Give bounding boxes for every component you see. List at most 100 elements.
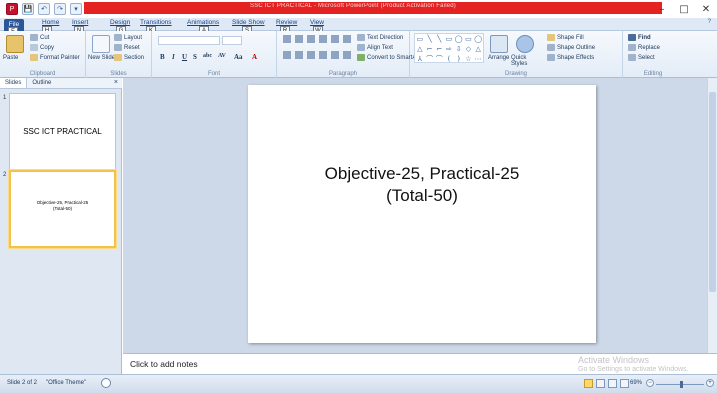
tab-review[interactable]: ReviewR (276, 19, 297, 35)
binoculars-icon (628, 34, 636, 41)
arrange-button[interactable]: Arrange (488, 55, 509, 61)
minimize-button[interactable]: – (651, 0, 673, 18)
zoom-slider-knob[interactable] (680, 381, 683, 388)
tab-slides[interactable]: Slides (0, 78, 28, 88)
shape-gallery-item[interactable]: ) (454, 54, 464, 64)
shape-gallery-item[interactable]: △ (473, 44, 483, 54)
shapes-gallery[interactable]: ▭ ╲ ╲ ▭ ◯ ▭ ◯ △ ⌐ ⌐ ⇨ ⇩ ◇ △ ⅄ ⌒ ⌒() ☆ ⋯ (414, 33, 484, 63)
quick-styles-button[interactable]: Quick Styles (511, 55, 537, 67)
paste-icon[interactable] (6, 35, 24, 53)
shape-gallery-item[interactable]: ◇ (464, 44, 474, 54)
select-button[interactable]: Select (628, 54, 655, 61)
tab-outline[interactable]: Outline (27, 78, 56, 88)
powerpoint-app-icon[interactable]: P (6, 3, 18, 15)
shape-gallery-item[interactable]: ╲ (425, 34, 435, 44)
shape-gallery-item[interactable]: ▭ (464, 34, 474, 44)
reset-icon (114, 44, 122, 51)
save-icon[interactable]: 💾 (22, 3, 34, 15)
shape-gallery-item[interactable]: ⋯ (473, 54, 483, 64)
vertical-scrollbar[interactable] (707, 78, 717, 353)
notes-placeholder[interactable]: Click to add notes (130, 359, 198, 369)
shape-gallery-item[interactable]: ◯ (473, 34, 483, 44)
shape-gallery-item[interactable]: ▭ (415, 34, 425, 44)
arrange-icon[interactable] (490, 35, 508, 53)
slide-thumbnail-1[interactable]: SSC ICT PRACTICAL (9, 93, 116, 171)
format-painter-button[interactable]: Format Painter (30, 54, 80, 61)
undo-icon[interactable]: ↶ (38, 3, 50, 15)
tab-slide-show[interactable]: Slide ShowS (232, 19, 265, 35)
underline-button[interactable]: U (182, 53, 187, 61)
shape-gallery-item[interactable]: ◯ (454, 34, 464, 44)
zoom-slider[interactable] (656, 381, 704, 388)
slide-thumbnail-2[interactable]: Objective-25, Practical-25 (Total-50) (9, 170, 116, 248)
font-name-select[interactable] (158, 36, 220, 45)
copy-button[interactable]: Copy (30, 44, 54, 51)
replace-button[interactable]: Replace (628, 44, 660, 51)
group-label-paragraph: Paragraph (328, 71, 358, 77)
shape-gallery-item[interactable]: ⌒ (434, 54, 444, 64)
shape-gallery-item[interactable]: ☆ (464, 54, 474, 64)
text-shadow-button[interactable]: abc (203, 53, 212, 59)
font-color-button[interactable]: A (252, 53, 257, 61)
maximize-button[interactable]: □ (673, 0, 695, 18)
shape-outline-button[interactable]: Shape Outline (547, 44, 595, 51)
scrollbar-thumb[interactable] (709, 92, 716, 292)
redo-icon[interactable]: ↷ (54, 3, 66, 15)
tab-design[interactable]: DesignG (110, 19, 130, 35)
shape-gallery-item[interactable]: ⌐ (425, 44, 435, 54)
zoom-in-button[interactable]: + (706, 379, 714, 387)
tab-file[interactable]: FileF (4, 19, 24, 36)
align-text-button[interactable]: Align Text (357, 44, 393, 51)
shape-gallery-item[interactable]: ⇩ (454, 44, 464, 54)
shape-gallery-item[interactable]: ⌐ (434, 44, 444, 54)
tab-transitions[interactable]: TransitionsK (140, 19, 172, 35)
slide-show-view-icon[interactable] (620, 379, 629, 388)
tab-insert[interactable]: InsertN (72, 19, 88, 35)
help-icon[interactable]: ? (708, 19, 711, 25)
close-button[interactable]: ✕ (695, 0, 717, 18)
section-button[interactable]: Section (114, 54, 144, 61)
bold-button[interactable]: B (160, 53, 165, 61)
list-buttons[interactable] (283, 35, 353, 43)
shape-gallery-item[interactable]: ⇨ (444, 44, 454, 54)
tab-view[interactable]: ViewW (310, 19, 324, 35)
shape-gallery-item[interactable]: ╲ (434, 34, 444, 44)
new-slide-button[interactable]: New Slide (88, 55, 115, 61)
shape-gallery-item[interactable]: ⅄ (415, 54, 425, 64)
shape-gallery-item[interactable]: ⌒ (425, 54, 435, 64)
alignment-buttons[interactable] (283, 51, 353, 59)
tab-animations[interactable]: AnimationsA (187, 19, 219, 35)
notes-pane[interactable]: Click to add notes Activate Windows Go t… (123, 353, 717, 374)
zoom-level[interactable]: 69% (630, 380, 642, 386)
zoom-out-button[interactable]: − (646, 379, 654, 387)
shape-gallery-item[interactable]: ( (444, 54, 454, 64)
slide-text-box[interactable]: Objective-25, Practical-25 (Total-50) (248, 163, 596, 207)
change-case-button[interactable]: Aa (234, 53, 243, 61)
paste-button[interactable]: Paste (3, 55, 18, 61)
shape-gallery-item[interactable]: ▭ (444, 34, 454, 44)
close-pane-icon[interactable]: × (110, 78, 122, 88)
strikethrough-button[interactable]: S (193, 53, 197, 61)
shape-fill-button[interactable]: Shape Fill (547, 34, 584, 41)
shape-effects-button[interactable]: Shape Effects (547, 54, 594, 61)
find-button[interactable]: Find (628, 34, 651, 41)
group-label-slides: Slides (110, 71, 127, 77)
shape-gallery-item[interactable]: △ (415, 44, 425, 54)
cut-button[interactable]: Cut (30, 34, 49, 41)
tab-home[interactable]: HomeH (42, 19, 59, 35)
spell-check-icon[interactable] (101, 378, 111, 388)
reset-button[interactable]: Reset (114, 44, 140, 51)
slide-sorter-view-icon[interactable] (596, 379, 605, 388)
character-spacing-button[interactable]: AV (218, 53, 226, 59)
new-slide-icon[interactable] (92, 35, 110, 53)
normal-view-icon[interactable] (584, 379, 593, 388)
quick-styles-icon[interactable] (516, 35, 534, 53)
italic-button[interactable]: I (172, 53, 175, 61)
font-size-select[interactable] (222, 36, 242, 45)
customize-qat-icon[interactable]: ▾ (70, 3, 82, 15)
ribbon: Paste Cut Copy Format Painter Clipboard … (0, 31, 717, 78)
layout-button[interactable]: Layout (114, 34, 142, 41)
current-slide[interactable]: Objective-25, Practical-25 (Total-50) (248, 85, 596, 343)
text-direction-button[interactable]: Text Direction (357, 34, 403, 41)
reading-view-icon[interactable] (608, 379, 617, 388)
